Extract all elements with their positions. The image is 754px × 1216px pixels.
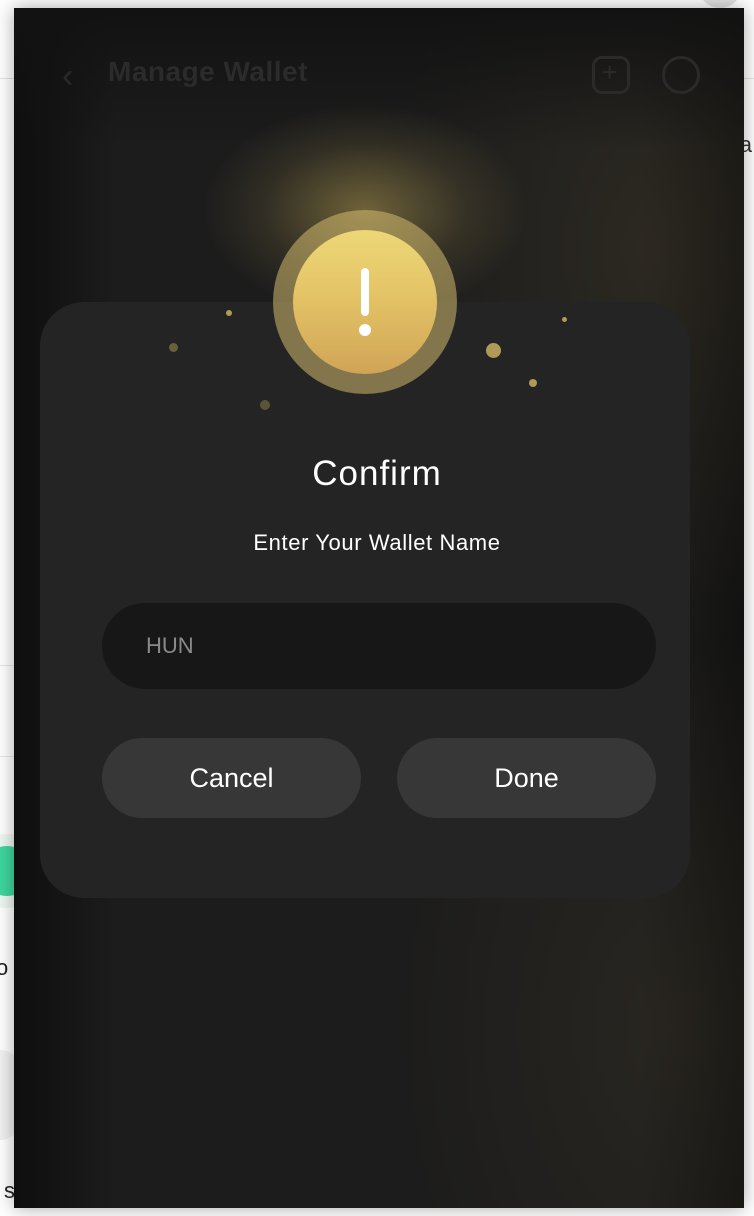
done-button[interactable]: Done [397, 738, 656, 818]
sparkle [226, 310, 232, 316]
background-text-left-1: o [0, 955, 9, 980]
dialog-title: Confirm [312, 454, 442, 493]
exclamation-icon-dot [359, 324, 371, 336]
sparkle [562, 317, 567, 322]
chevron-left-icon[interactable]: ‹ [62, 58, 88, 94]
wallet-name-input[interactable] [102, 603, 656, 689]
sparkle [169, 343, 178, 352]
sparkle [486, 343, 501, 358]
exclamation-icon-bar [361, 268, 369, 316]
sparkle [260, 400, 270, 410]
background-avatar [698, 0, 742, 8]
cancel-button[interactable]: Cancel [102, 738, 361, 818]
restore-icon[interactable] [662, 56, 700, 94]
add-wallet-icon[interactable] [592, 56, 630, 94]
dialog-subtitle: Enter Your Wallet Name [253, 530, 501, 555]
page-title: Manage Wallet [108, 56, 308, 87]
sparkle [529, 379, 537, 387]
